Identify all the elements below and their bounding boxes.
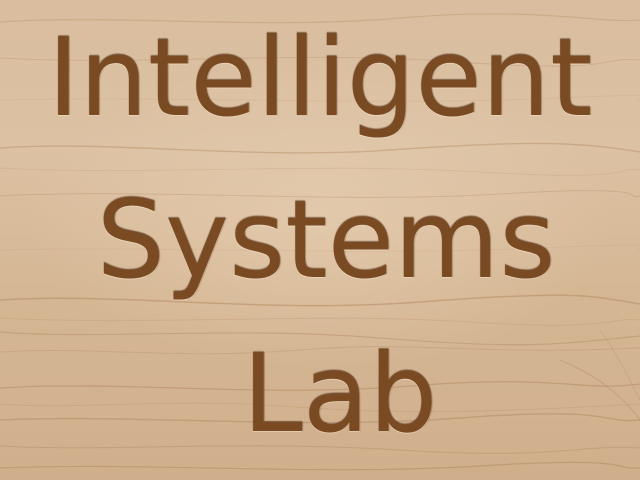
engraved-word-systems: Systems [96, 178, 556, 303]
engraved-word-intelligent: Intelligent [47, 16, 593, 141]
wood-board: Intelligent Systems Lab [0, 0, 640, 480]
engraved-word-lab: Lab [242, 332, 438, 457]
